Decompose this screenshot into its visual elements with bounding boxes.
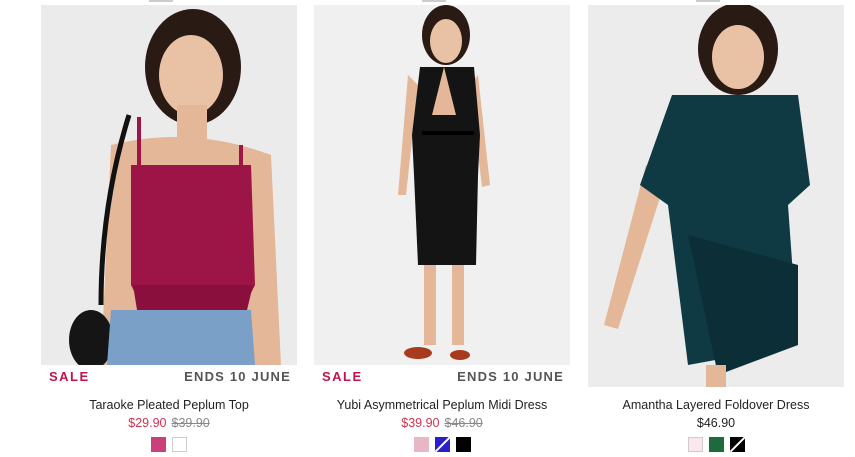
scroll-indicator (696, 0, 720, 2)
color-swatch-black[interactable] (729, 437, 745, 452)
color-swatch-green[interactable] (708, 437, 724, 452)
promo-end-label: ENDS 10 JUNE (457, 369, 564, 384)
original-price: $39.90 (171, 416, 210, 430)
price-row: $29.90 $39.90 (41, 416, 297, 430)
product-image[interactable] (314, 5, 570, 365)
scroll-indicator (149, 0, 173, 2)
sale-price: $39.90 (401, 416, 440, 430)
price: $46.90 (696, 416, 736, 430)
scroll-indicator (422, 0, 446, 2)
promo-row: SALE ENDS 10 JUNE (314, 369, 570, 385)
color-swatch-blue[interactable] (434, 437, 450, 452)
product-name[interactable]: Yubi Asymmetrical Peplum Midi Dress (314, 398, 570, 412)
model-photo-illustration (588, 5, 844, 387)
color-swatches (314, 437, 570, 452)
model-photo-illustration (41, 5, 297, 365)
product-name[interactable]: Amantha Layered Foldover Dress (588, 398, 844, 412)
product-card-3[interactable]: Amantha Layered Foldover Dress $46.90 (588, 0, 844, 457)
color-swatch-black[interactable] (455, 437, 471, 452)
original-price: $46.90 (444, 416, 483, 430)
product-card-2[interactable]: SALE ENDS 10 JUNE Yubi Asymmetrical Pepl… (314, 0, 570, 457)
model-photo-illustration (314, 5, 570, 365)
color-swatches (588, 437, 844, 452)
color-swatch-white[interactable] (172, 437, 187, 452)
sale-badge: SALE (49, 369, 90, 384)
color-swatch-pink[interactable] (413, 437, 429, 452)
sale-price: $29.90 (128, 416, 167, 430)
color-swatch-magenta[interactable] (151, 437, 166, 452)
price-row: $39.90 $46.90 (314, 416, 570, 430)
color-swatches (41, 437, 297, 452)
color-swatch-blush[interactable] (687, 437, 703, 452)
product-image[interactable] (41, 5, 297, 365)
sale-badge: SALE (322, 369, 363, 384)
product-image[interactable] (588, 5, 844, 387)
promo-end-label: ENDS 10 JUNE (184, 369, 291, 384)
price-row: $46.90 (588, 416, 844, 430)
product-name[interactable]: Taraoke Pleated Peplum Top (41, 398, 297, 412)
product-card-1[interactable]: SALE ENDS 10 JUNE Taraoke Pleated Peplum… (41, 0, 297, 457)
promo-row: SALE ENDS 10 JUNE (41, 369, 297, 385)
